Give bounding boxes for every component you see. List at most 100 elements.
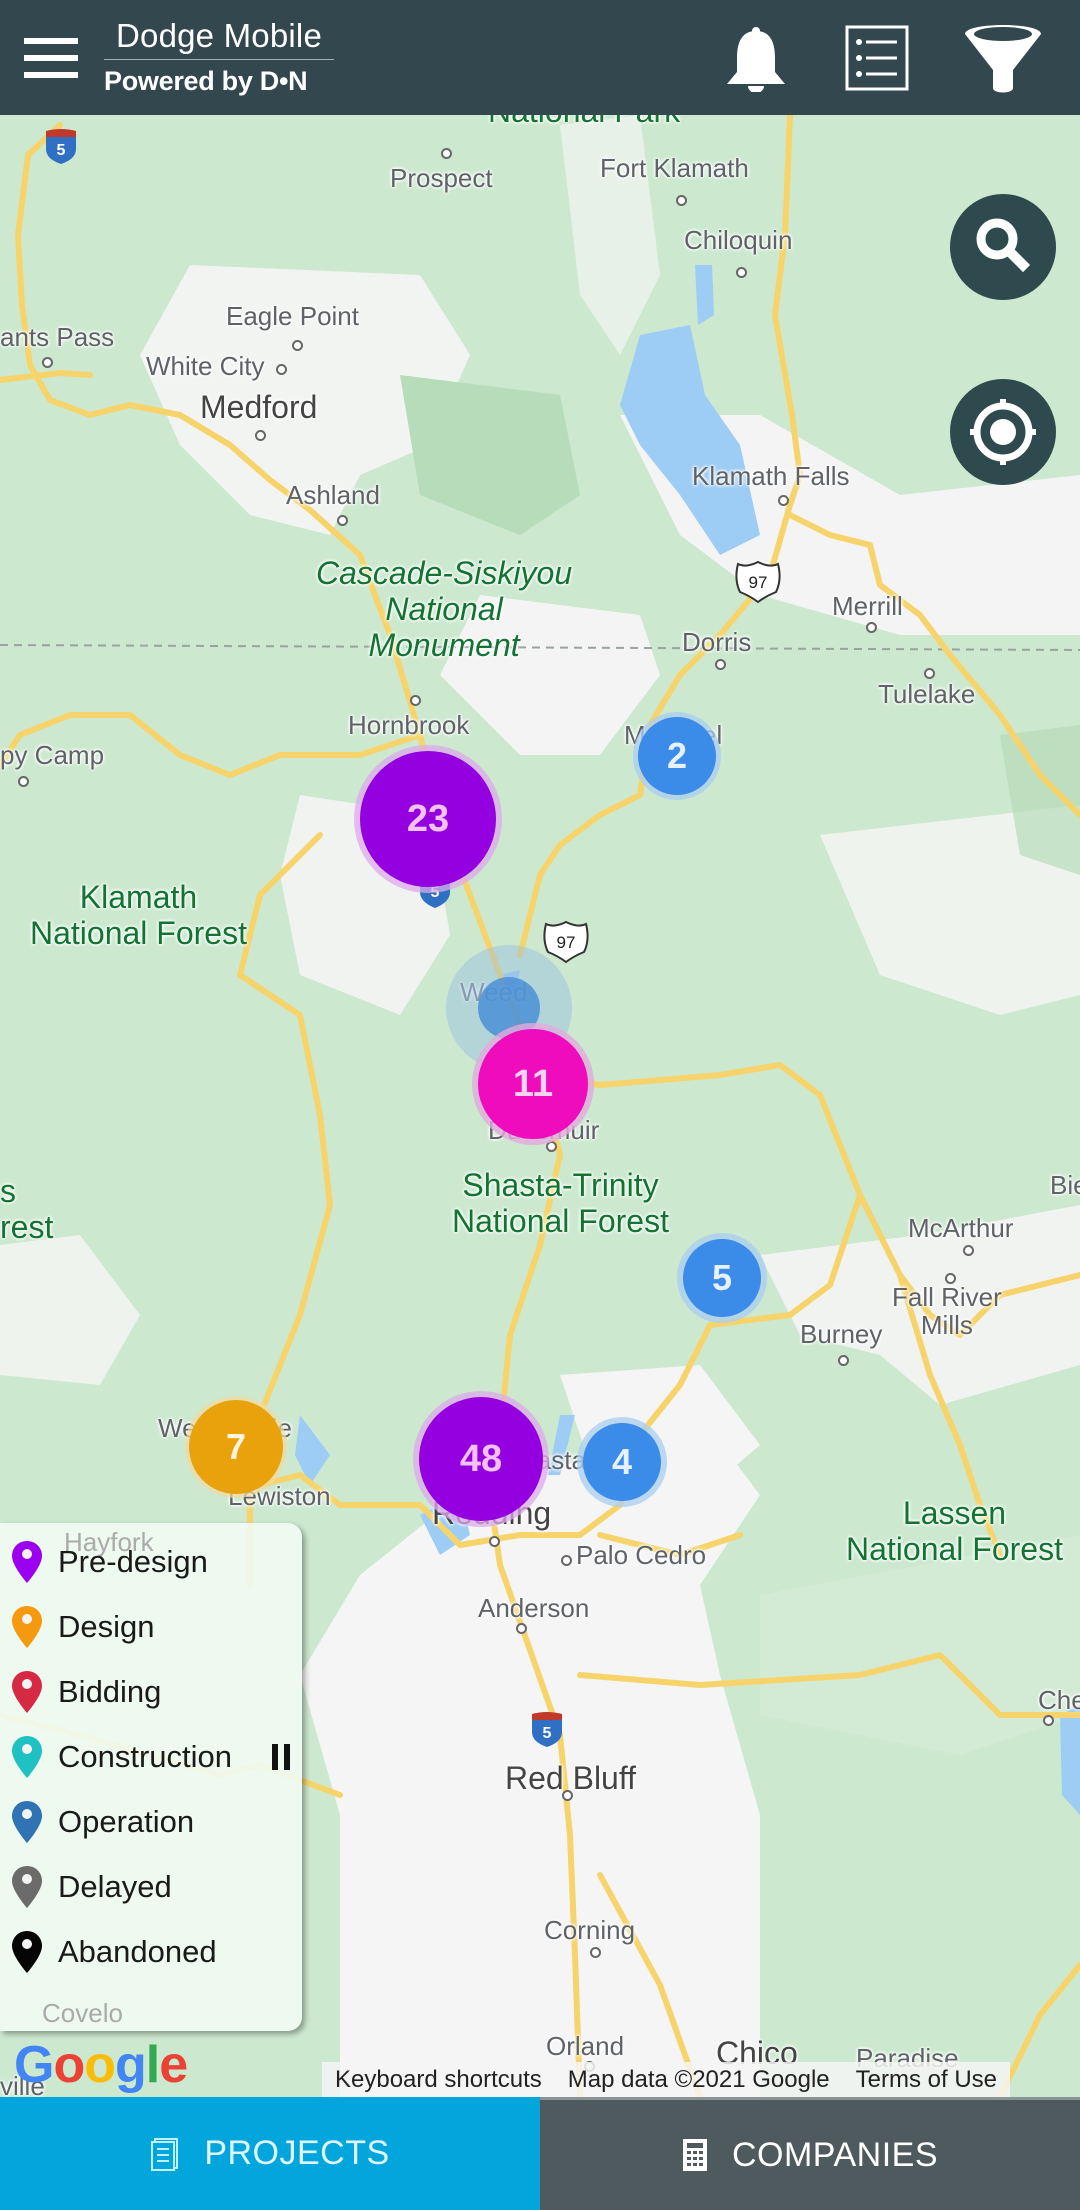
legend-item-label: Bidding (58, 1674, 162, 1709)
us-97-shield: 97 (735, 560, 781, 604)
project-cluster-bidding-11[interactable]: 11 (478, 1029, 588, 1139)
tab-companies-label: COMPANIES (731, 2135, 938, 2174)
funnel-filter-icon (965, 25, 1041, 93)
legend-item-label: Design (58, 1609, 155, 1644)
map-label-corning: Corning (544, 1915, 636, 1945)
town-marker (924, 668, 935, 679)
town-marker (292, 340, 303, 351)
legend-item-label: Abandoned (58, 1934, 217, 1969)
town-marker (590, 1947, 601, 1958)
project-cluster-operation-2[interactable]: 2 (638, 717, 716, 795)
town-marker (778, 495, 789, 506)
map-pin-icon (12, 1671, 42, 1713)
town-marker (441, 148, 452, 159)
map-label-shasta-trinity: Shasta-Trinity National Forest (452, 1167, 669, 1239)
legend-item-delayed[interactable]: Delayed (10, 1863, 295, 1911)
map-label-white-city: White City (146, 351, 265, 381)
legend-item-label: Operation (58, 1804, 195, 1839)
legend-item-operation[interactable]: Operation (10, 1798, 295, 1846)
town-marker (18, 776, 29, 787)
map-data-credit: Map data ©2021 Google (567, 2066, 830, 2093)
map-label-happy-camp: py Camp (0, 740, 105, 770)
legend-item-bidding[interactable]: Bidding (10, 1668, 295, 1716)
legend-item-label: Pre-design (58, 1544, 208, 1579)
keyboard-shortcuts-link[interactable]: Keyboard shortcuts (322, 2066, 555, 2094)
app-header: Dodge Mobile Powered by D•N (0, 0, 1080, 115)
tab-projects[interactable]: PROJECTS (0, 2097, 540, 2210)
svg-text:5: 5 (57, 142, 66, 159)
project-cluster-predesign-23[interactable]: 23 (360, 751, 496, 887)
town-marker (715, 659, 726, 670)
map-label-trinity-nf-edge: s rest (0, 1173, 54, 1245)
brand-logo: Dodge Mobile Powered by D•N (104, 14, 334, 98)
map-label-lassen-nf: Lassen National Forest (846, 1495, 1063, 1567)
svg-text:5: 5 (543, 1725, 552, 1742)
list-view-button[interactable] (842, 22, 912, 92)
map-label-prospect: Prospect (390, 163, 493, 193)
svg-text:97: 97 (557, 933, 576, 952)
app-root: Dodge Mobile Powered by D•N 5 5 5 97 97 … (0, 0, 1080, 2210)
map-label-ashland: Ashland (286, 480, 380, 510)
project-cluster-design-7[interactable]: 7 (189, 1400, 283, 1494)
interstate-5-shield: 5 (532, 1712, 562, 1747)
my-location-button[interactable] (950, 379, 1056, 485)
filter-button[interactable] (963, 22, 1043, 93)
map-label-covelo: Covelo (42, 1998, 123, 2028)
map-pin-icon (12, 1931, 42, 1973)
search-icon (976, 218, 1031, 273)
map-pin-icon (12, 1606, 42, 1648)
town-marker (561, 1555, 572, 1566)
terms-of-use-link[interactable]: Terms of Use (843, 2066, 1010, 2094)
map-label-hornbrook: Hornbrook (348, 710, 470, 740)
town-marker (736, 267, 747, 278)
hamburger-menu-icon[interactable] (24, 38, 78, 78)
notifications-button[interactable] (720, 22, 790, 93)
town-marker (963, 1245, 974, 1256)
map-label-merrill: Merrill (832, 591, 903, 621)
map-label-anderson: Anderson (478, 1593, 590, 1623)
town-marker (1043, 1715, 1054, 1726)
map-label-fort-klamath: Fort Klamath (600, 153, 749, 183)
map-label-mcarthur: McArthur (908, 1213, 1014, 1243)
legend-item-pre-design[interactable]: Pre-design (10, 1538, 295, 1586)
town-marker (838, 1355, 849, 1366)
project-cluster-predesign-48[interactable]: 48 (419, 1397, 543, 1521)
map-label-dorris: Dorris (682, 627, 752, 657)
project-cluster-operation-5[interactable]: 5 (683, 1239, 761, 1317)
map-label-chiloquin: Chiloquin (684, 225, 793, 255)
map-pin-icon (12, 1736, 42, 1778)
bottom-tab-bar: PROJECTS COMPANIES (0, 2097, 1080, 2210)
document-icon (151, 2137, 179, 2171)
map-pin-icon (12, 1866, 42, 1908)
map-label-medford: Medford (200, 389, 318, 425)
map-pin-icon (12, 1541, 42, 1583)
map-pin-icon (12, 1801, 42, 1843)
legend-item-label: Construction (58, 1739, 233, 1774)
svg-text:97: 97 (749, 573, 768, 592)
map-label-orland: Orland (546, 2031, 625, 2061)
town-marker (866, 622, 877, 633)
map-label-grants-pass: ants Pass (0, 322, 115, 352)
tab-companies[interactable]: COMPANIES (540, 2097, 1080, 2210)
legend-item-construction[interactable]: Construction (10, 1733, 295, 1781)
search-button[interactable] (950, 194, 1056, 300)
tab-projects-label: PROJECTS (204, 2134, 390, 2172)
map-label-palo-cedro: Palo Cedro (576, 1540, 707, 1570)
interstate-5-shield: 5 (46, 129, 76, 164)
map-label-tulelake: Tulelake (878, 679, 976, 709)
project-cluster-operation-4[interactable]: 4 (583, 1423, 661, 1501)
crosshair-location-icon (970, 399, 1036, 465)
map-label-cascade-siskiyou: Cascade-Siskiyou National Monument (316, 555, 573, 663)
google-logo: Google (14, 2036, 188, 2094)
map-label-klamath-falls: Klamath Falls (692, 461, 850, 491)
legend-item-abandoned[interactable]: Abandoned (10, 1928, 295, 1976)
map-label-burney: Burney (800, 1319, 883, 1349)
map-label-klamath-nf: Klamath National Forest (30, 879, 247, 951)
map-label-eagle-point: Eagle Point (226, 301, 359, 331)
pause-icon[interactable] (272, 1744, 290, 1770)
town-marker (410, 695, 421, 706)
list-icon (845, 25, 909, 91)
map-label-chester: Cheste (1038, 1685, 1080, 1715)
legend-item-design[interactable]: Design (10, 1603, 295, 1651)
building-icon (682, 2139, 707, 2171)
